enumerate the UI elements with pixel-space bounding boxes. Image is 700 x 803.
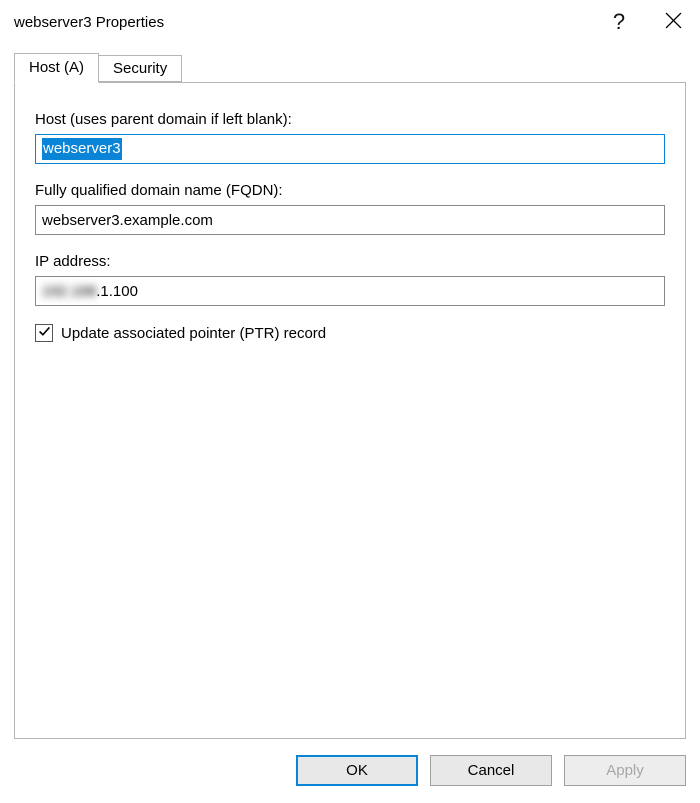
fqdn-group: Fully qualified domain name (FQDN): webs… bbox=[35, 182, 665, 235]
apply-button: Apply bbox=[564, 755, 686, 786]
tab-label: Host (A) bbox=[29, 59, 84, 76]
tab-label: Security bbox=[113, 60, 167, 77]
tab-host-a[interactable]: Host (A) bbox=[14, 53, 99, 83]
ip-input[interactable]: 192.168.1.100 bbox=[35, 276, 665, 306]
cancel-button[interactable]: Cancel bbox=[430, 755, 552, 786]
tab-security[interactable]: Security bbox=[99, 55, 182, 82]
fqdn-input[interactable]: webserver3.example.com bbox=[35, 205, 665, 235]
window-title: webserver3 Properties bbox=[14, 14, 592, 31]
ptr-checkbox-label[interactable]: Update associated pointer (PTR) record bbox=[61, 325, 326, 342]
ip-value: 192.168.1.100 bbox=[42, 283, 138, 300]
host-label: Host (uses parent domain if left blank): bbox=[35, 111, 665, 128]
ip-group: IP address: 192.168.1.100 bbox=[35, 253, 665, 306]
host-selected-text: webserver3 bbox=[42, 138, 122, 160]
client-area: Host (A) Security Host (uses parent doma… bbox=[0, 44, 700, 803]
button-label: Cancel bbox=[468, 762, 515, 779]
help-icon: ? bbox=[613, 9, 625, 35]
dialog-button-row: OK Cancel Apply bbox=[14, 739, 686, 789]
titlebar: webserver3 Properties ? bbox=[0, 0, 700, 44]
ip-label: IP address: bbox=[35, 253, 665, 270]
fqdn-label: Fully qualified domain name (FQDN): bbox=[35, 182, 665, 199]
ok-button[interactable]: OK bbox=[296, 755, 418, 786]
tab-panel-host-a: Host (uses parent domain if left blank):… bbox=[14, 82, 686, 739]
ptr-checkbox[interactable] bbox=[35, 324, 53, 342]
ptr-checkbox-row: Update associated pointer (PTR) record bbox=[35, 324, 665, 342]
close-icon bbox=[665, 9, 682, 35]
tabstrip: Host (A) Security bbox=[14, 48, 686, 82]
dialog-window: webserver3 Properties ? Host (A) Securit… bbox=[0, 0, 700, 803]
close-button[interactable] bbox=[646, 0, 700, 44]
host-group: Host (uses parent domain if left blank):… bbox=[35, 111, 665, 164]
button-label: OK bbox=[346, 762, 368, 779]
checkmark-icon bbox=[38, 325, 51, 342]
button-label: Apply bbox=[606, 762, 644, 779]
fqdn-value: webserver3.example.com bbox=[42, 212, 213, 229]
host-input[interactable]: webserver3 bbox=[35, 134, 665, 164]
help-button[interactable]: ? bbox=[592, 0, 646, 44]
